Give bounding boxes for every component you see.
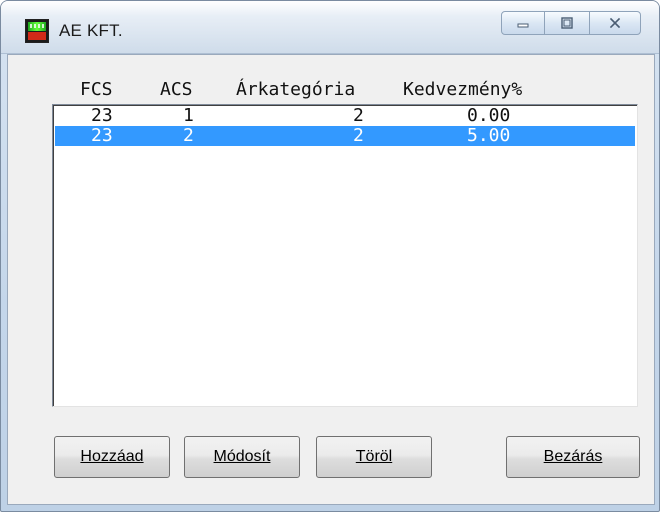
list-item-selected[interactable]: 23 2 2 5.00 bbox=[55, 126, 635, 146]
minimize-icon bbox=[517, 23, 529, 28]
cell-acs: 2 bbox=[183, 125, 194, 146]
caption-buttons bbox=[501, 11, 641, 35]
application-window: AE KFT. FCS ACS Árkategória Kedvezmény% … bbox=[0, 0, 660, 512]
window-title: AE KFT. bbox=[59, 21, 123, 40]
close-icon bbox=[609, 17, 621, 29]
delete-button[interactable]: Töröl bbox=[316, 436, 432, 478]
title-bar[interactable]: AE KFT. bbox=[1, 1, 659, 54]
column-header-acs: ACS bbox=[160, 79, 193, 100]
discount-list[interactable]: 23 1 2 0.00 23 2 2 5.00 bbox=[52, 104, 638, 407]
app-icon[interactable] bbox=[25, 19, 49, 43]
column-header-fcs: FCS bbox=[80, 79, 113, 100]
cell-arkategoria: 2 bbox=[353, 105, 364, 126]
modify-button[interactable]: Módosít bbox=[184, 436, 300, 478]
maximize-button[interactable] bbox=[545, 11, 589, 35]
app-icon-dots bbox=[30, 24, 44, 28]
column-header-kedvezmeny: Kedvezmény% bbox=[403, 79, 523, 100]
close-button[interactable]: Bezárás bbox=[506, 436, 640, 478]
cell-acs: 1 bbox=[183, 105, 194, 126]
maximize-icon bbox=[561, 17, 573, 29]
app-icon-bottom bbox=[28, 32, 46, 40]
list-item[interactable]: 23 1 2 0.00 bbox=[55, 106, 635, 126]
cell-fcs: 23 bbox=[91, 125, 113, 146]
cell-kedvezmeny: 5.00 bbox=[467, 125, 511, 146]
add-button[interactable]: Hozzáad bbox=[54, 436, 170, 478]
cell-arkategoria: 2 bbox=[353, 125, 364, 146]
client-area: FCS ACS Árkategória Kedvezmény% 23 1 2 0… bbox=[7, 54, 655, 505]
close-window-button[interactable] bbox=[589, 11, 641, 35]
minimize-button[interactable] bbox=[501, 11, 545, 35]
cell-kedvezmeny: 0.00 bbox=[467, 105, 511, 126]
column-header-arkategoria: Árkategória bbox=[236, 79, 356, 100]
cell-fcs: 23 bbox=[91, 105, 113, 126]
